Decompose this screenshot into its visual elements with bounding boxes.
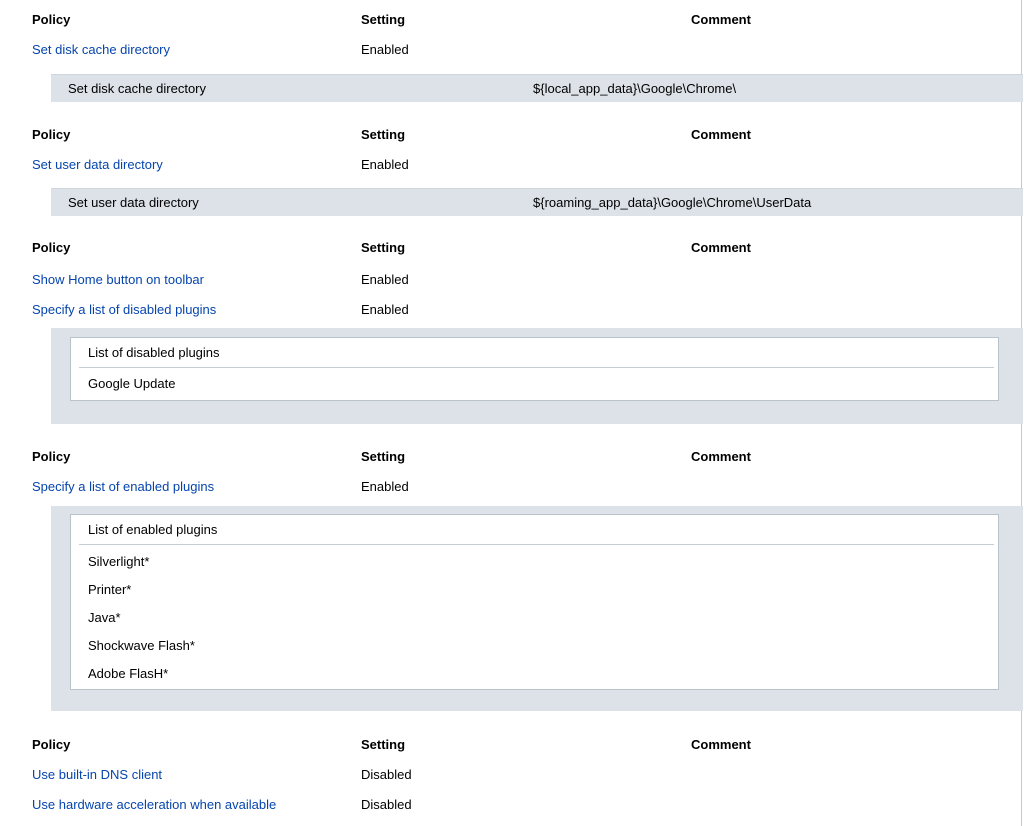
enabled-plugins-panel: List of enabled plugins Silverlight* Pri… [51,506,1023,711]
setting-header: Setting [361,449,406,464]
list-item: Shockwave Flash* [88,638,195,653]
setting-header: Setting [361,737,406,752]
policy-setting: Disabled [361,767,412,782]
policy-header: Policy [32,449,71,464]
detail-value: ${local_app_data}\Google\Chrome\ [533,81,737,96]
policy-link[interactable]: Specify a list of disabled plugins [32,299,216,321]
section-3-header: Policy Setting Comment [0,237,1021,259]
comment-header: Comment [691,12,751,27]
list-title: List of enabled plugins [88,522,218,537]
policy-link[interactable]: Set user data directory [32,154,163,176]
policy-setting: Enabled [361,272,409,287]
policy-row: Use hardware acceleration when available… [0,794,1021,816]
setting-header: Setting [361,127,406,142]
policy-setting: Enabled [361,157,409,172]
detail-value: ${roaming_app_data}\Google\Chrome\UserDa… [533,195,812,210]
policy-link[interactable]: Specify a list of enabled plugins [32,476,214,498]
enabled-plugins-list: List of enabled plugins Silverlight* Pri… [70,514,999,690]
policy-row: Set user data directory Enabled [0,154,1021,176]
policy-row: Specify a list of enabled plugins Enable… [0,476,1021,498]
policy-link[interactable]: Use hardware acceleration when available [32,794,276,816]
setting-header: Setting [361,12,406,27]
policy-link[interactable]: Use built-in DNS client [32,764,162,786]
policy-detail-bar: Set user data directory ${roaming_app_da… [51,188,1023,216]
detail-name: Set user data directory [68,195,199,210]
setting-header: Setting [361,240,406,255]
policy-setting: Enabled [361,42,409,57]
section-4-header: Policy Setting Comment [0,446,1021,468]
policy-setting: Enabled [361,302,409,317]
policy-link[interactable]: Show Home button on toolbar [32,269,204,291]
policy-row: Use built-in DNS client Disabled [0,764,1021,786]
section-5-header: Policy Setting Comment [0,734,1021,756]
disabled-plugins-panel: List of disabled plugins Google Update [51,328,1023,424]
list-item: Adobe FlasH* [88,666,169,681]
policy-header: Policy [32,737,71,752]
list-item: Printer* [88,582,132,597]
detail-name: Set disk cache directory [68,81,207,96]
disabled-plugins-list: List of disabled plugins Google Update [70,337,999,401]
comment-header: Comment [691,449,751,464]
policy-link[interactable]: Set disk cache directory [32,39,170,61]
list-item: Silverlight* [88,554,150,569]
list-title: List of disabled plugins [88,345,220,360]
policy-header: Policy [32,240,71,255]
policy-setting: Disabled [361,797,412,812]
section-2-header: Policy Setting Comment [0,124,1021,146]
policy-row: Show Home button on toolbar Enabled [0,269,1021,291]
comment-header: Comment [691,127,751,142]
comment-header: Comment [691,240,751,255]
policy-header: Policy [32,12,71,27]
list-divider [79,544,994,545]
policy-row: Specify a list of disabled plugins Enabl… [0,299,1021,321]
list-divider [79,367,994,368]
section-1-header: Policy Setting Comment [0,9,1021,31]
list-item: Google Update [88,376,176,391]
policy-report: Policy Setting Comment Set disk cache di… [0,0,1024,826]
policy-row: Set disk cache directory Enabled [0,39,1021,61]
policy-detail-bar: Set disk cache directory ${local_app_dat… [51,74,1023,102]
policy-setting: Enabled [361,479,409,494]
comment-header: Comment [691,737,751,752]
policy-header: Policy [32,127,71,142]
list-item: Java* [88,610,121,625]
